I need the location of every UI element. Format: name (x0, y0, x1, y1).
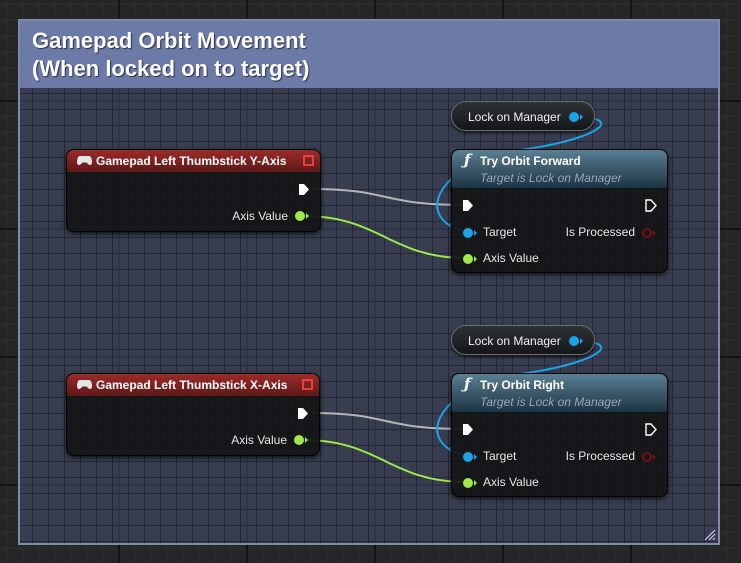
exec-in-pin-icon[interactable] (462, 423, 474, 436)
getter-label: Lock on Manager (468, 110, 561, 124)
is-processed-label: Is Processed (565, 225, 635, 239)
event-node-title: Gamepad Left Thumbstick Y-Axis (96, 154, 287, 168)
object-out-pin-icon[interactable] (568, 111, 584, 123)
axis-value-label: Axis Value (231, 433, 287, 447)
comment-title-bar[interactable]: Gamepad Orbit Movement (When locked on t… (20, 21, 718, 88)
target-label: Target (483, 449, 517, 463)
object-out-pin-icon[interactable] (568, 335, 584, 347)
axis-value-input-label: Axis Value (483, 475, 539, 489)
delegate-pin-icon[interactable] (303, 155, 314, 166)
delegate-pin-icon[interactable] (302, 379, 313, 390)
event-node-y-axis[interactable]: Gamepad Left Thumbstick Y-Axis Axis Valu… (66, 149, 321, 232)
float-in-pin-icon[interactable] (462, 477, 478, 489)
axis-value-input-label: Axis Value (483, 251, 539, 265)
target-label: Target (483, 225, 517, 239)
gamepad-icon (77, 380, 92, 390)
bool-out-pin-icon[interactable] (641, 451, 657, 463)
bool-out-pin-icon[interactable] (641, 227, 657, 239)
is-processed-label: Is Processed (565, 449, 635, 463)
gamepad-icon (77, 156, 92, 166)
lock-on-manager-getter-node[interactable]: Lock on Manager (451, 101, 595, 131)
getter-label: Lock on Manager (468, 334, 561, 348)
try-orbit-right-node[interactable]: ƒ Try Orbit Right Target is Lock on Mana… (451, 373, 668, 497)
function-node-subtitle: Target is Lock on Manager (480, 171, 622, 185)
function-node-title: Try Orbit Right (480, 378, 564, 392)
exec-out-pin-icon[interactable] (645, 423, 657, 436)
function-icon: ƒ (464, 151, 471, 169)
exec-in-pin-icon[interactable] (462, 199, 474, 212)
function-node-header: ƒ Try Orbit Right Target is Lock on Mana… (452, 374, 667, 412)
axis-value-label: Axis Value (232, 209, 288, 223)
object-in-pin-icon[interactable] (462, 451, 478, 463)
comment-title-line-1: Gamepad Orbit Movement (32, 28, 306, 53)
float-out-pin-icon[interactable] (293, 434, 309, 446)
float-in-pin-icon[interactable] (462, 253, 478, 265)
event-node-x-axis[interactable]: Gamepad Left Thumbstick X-Axis Axis Valu… (66, 373, 320, 456)
lock-on-manager-getter-node[interactable]: Lock on Manager (451, 325, 595, 355)
event-node-title: Gamepad Left Thumbstick X-Axis (96, 378, 288, 392)
resize-grip-icon[interactable] (702, 527, 716, 541)
event-node-header: Gamepad Left Thumbstick Y-Axis (67, 150, 320, 172)
event-node-header: Gamepad Left Thumbstick X-Axis (67, 374, 319, 396)
comment-title-line-2: (When locked on to target) (32, 56, 310, 81)
function-node-subtitle: Target is Lock on Manager (480, 395, 622, 409)
function-icon: ƒ (464, 375, 471, 393)
exec-out-pin-icon[interactable] (298, 183, 310, 196)
exec-out-pin-icon[interactable] (645, 199, 657, 212)
exec-out-pin-icon[interactable] (297, 407, 309, 420)
function-node-title: Try Orbit Forward (480, 154, 581, 168)
try-orbit-forward-node[interactable]: ƒ Try Orbit Forward Target is Lock on Ma… (451, 149, 668, 273)
object-in-pin-icon[interactable] (462, 227, 478, 239)
float-out-pin-icon[interactable] (294, 210, 310, 222)
function-node-header: ƒ Try Orbit Forward Target is Lock on Ma… (452, 150, 667, 188)
